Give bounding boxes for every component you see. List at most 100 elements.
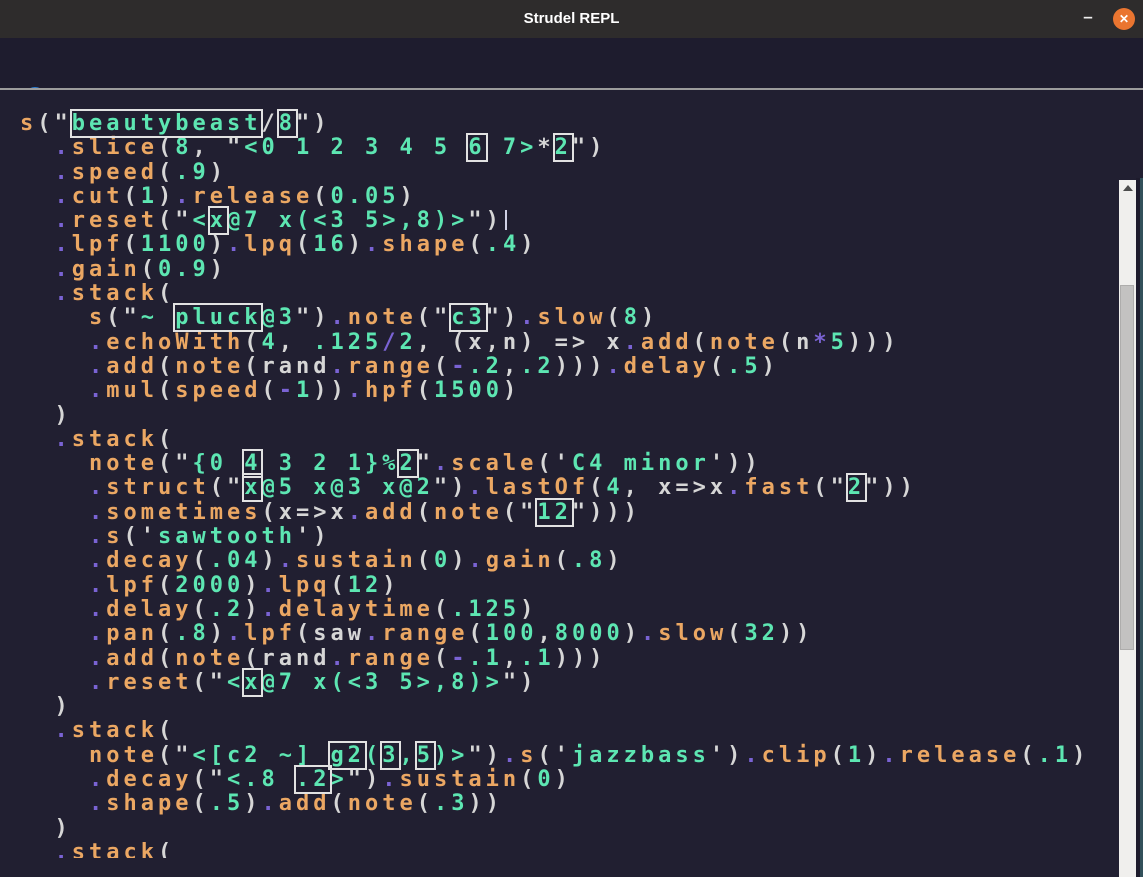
code-token: . <box>89 791 106 816</box>
code-line[interactable]: .reset("<x@7 x(<3 5>,8)>") <box>20 671 1119 695</box>
code-token: ( <box>158 621 175 646</box>
code-line[interactable]: ) <box>20 817 1119 841</box>
code-line[interactable]: note("<[c2 ~] g2(3,5)>").s('jazzbass').c… <box>20 744 1119 768</box>
code-line[interactable]: s("beautybeast/8") <box>20 112 1119 136</box>
code-line[interactable]: .stack( <box>20 841 1119 858</box>
code-line[interactable]: .lpf(2000).lpq(12) <box>20 574 1119 598</box>
code-line[interactable]: ) <box>20 695 1119 719</box>
code-token: ( <box>330 791 347 816</box>
code-token: - <box>451 354 468 379</box>
code-token: ( <box>468 621 485 646</box>
minimize-button[interactable]: – <box>1073 0 1103 38</box>
code-line[interactable]: .sometimes(x=>x.add(note("12"))) <box>20 501 1119 525</box>
code-line[interactable]: .add(note(rand.range(-.2,.2))).delay(.5) <box>20 355 1119 379</box>
code-token: - <box>451 646 468 671</box>
code-line[interactable]: .echoWith(4, .125/2, (x,n) => x.add(note… <box>20 331 1119 355</box>
code-token: ( <box>261 378 278 403</box>
code-token: ( <box>589 475 606 500</box>
code-token: . <box>330 646 347 671</box>
code-token: echoWith <box>106 330 244 355</box>
code-token: lpf <box>106 573 158 598</box>
code-line[interactable]: .speed(.9) <box>20 161 1119 185</box>
strudel-repl-window: Strudel REPL – ✕ s("beautybeast/8") .sli… <box>0 0 1143 877</box>
close-button[interactable]: ✕ <box>1113 8 1135 30</box>
code-line[interactable]: .delay(.2).delaytime(.125) <box>20 598 1119 622</box>
code-token: note <box>89 743 158 768</box>
code-token: "))) <box>572 500 641 525</box>
code-line[interactable]: .slice(8, "<0 1 2 3 4 5 6 7>*2") <box>20 136 1119 160</box>
code-line[interactable]: .stack( <box>20 282 1119 306</box>
code-line[interactable]: .decay(.04).sustain(0).gain(.8) <box>20 549 1119 573</box>
code-token: (" <box>210 475 245 500</box>
code-line[interactable]: .reset("<x@7 x(<3 5>,8)>") <box>20 209 1119 233</box>
code-token: ( <box>141 257 158 282</box>
code-token: ) <box>520 232 537 257</box>
code-token <box>20 451 89 476</box>
code-token: delaytime <box>279 597 434 622</box>
code-token: decay <box>106 767 192 792</box>
code-token: lpf <box>244 621 296 646</box>
code-token <box>20 791 89 816</box>
code-token <box>20 232 55 257</box>
code-token: 100 <box>486 621 538 646</box>
code-line[interactable]: s("~ pluck@3").note("c3").slow(8) <box>20 306 1119 330</box>
code-area[interactable]: s("beautybeast/8") .slice(8, "<0 1 2 3 4… <box>2 92 1119 858</box>
code-line[interactable]: .mul(speed(-1)).hpf(1500) <box>20 379 1119 403</box>
code-token: . <box>55 840 72 858</box>
code-token: shape <box>382 232 468 257</box>
code-token: sustain <box>399 767 520 792</box>
code-line[interactable]: .gain(0.9) <box>20 258 1119 282</box>
code-token: note <box>710 330 779 355</box>
code-line[interactable]: note("{0 4 3 2 1}%2".scale('C4 minor')) <box>20 452 1119 476</box>
code-token: note <box>348 791 417 816</box>
code-token: stack <box>72 427 158 452</box>
code-line[interactable]: ) <box>20 404 1119 428</box>
code-token: ") <box>503 670 538 695</box>
code-line[interactable]: .stack( <box>20 428 1119 452</box>
code-token: @3 <box>261 305 296 330</box>
code-token: mul <box>106 378 158 403</box>
code-token: 8000 <box>555 621 624 646</box>
scroll-up-button[interactable] <box>1119 180 1136 196</box>
code-token: ( <box>158 281 175 306</box>
code-token: .8 <box>175 621 210 646</box>
code-token: speed <box>72 160 158 185</box>
code-line[interactable]: .add(note(rand.range(-.1,.1))) <box>20 647 1119 671</box>
code-token: . <box>348 378 365 403</box>
code-line[interactable]: .struct("x@5 x@3 x@2").lastOf(4, x=>x.fa… <box>20 476 1119 500</box>
code-token: )) <box>468 791 503 816</box>
code-token: ~ <box>141 305 176 330</box>
code-token: ) <box>20 816 72 841</box>
code-token: ( <box>296 621 313 646</box>
active-token-highlight: .2 <box>296 767 331 792</box>
code-token: )> <box>434 743 469 768</box>
vertical-scrollbar[interactable] <box>1119 180 1136 877</box>
code-editor[interactable]: s("beautybeast/8") .slice(8, "<0 1 2 3 4… <box>2 92 1119 858</box>
code-token: ( <box>158 427 175 452</box>
code-line[interactable]: .decay("<.8 .2>").sustain(0) <box>20 768 1119 792</box>
code-token: add <box>279 791 331 816</box>
code-token: . <box>55 281 72 306</box>
code-token: . <box>175 184 192 209</box>
code-line[interactable]: .shape(.5).add(note(.3)) <box>20 792 1119 816</box>
code-token: ") <box>296 305 331 330</box>
code-token: ( <box>710 354 727 379</box>
code-line[interactable]: .pan(.8).lpf(saw.range(100,8000).slow(32… <box>20 622 1119 646</box>
vertical-scrollbar-thumb[interactable] <box>1120 285 1134 650</box>
code-token: stack <box>72 281 158 306</box>
active-token-highlight: pluck <box>175 305 261 330</box>
code-token <box>20 573 89 598</box>
code-line[interactable]: .stack( <box>20 719 1119 743</box>
code-token: (" <box>158 451 193 476</box>
code-token: ") <box>572 135 607 160</box>
code-token: . <box>727 475 744 500</box>
code-token <box>20 670 89 695</box>
code-token: x=>x <box>279 500 348 525</box>
code-token: hpf <box>365 378 417 403</box>
code-line[interactable]: .lpf(1100).lpq(16).shape(.4) <box>20 233 1119 257</box>
code-token: <[c2 ~] <box>192 743 330 768</box>
code-line[interactable]: .cut(1).release(0.05) <box>20 185 1119 209</box>
code-line[interactable]: .s('sawtooth') <box>20 525 1119 549</box>
code-token: (" <box>192 767 227 792</box>
code-token: ( <box>192 548 209 573</box>
